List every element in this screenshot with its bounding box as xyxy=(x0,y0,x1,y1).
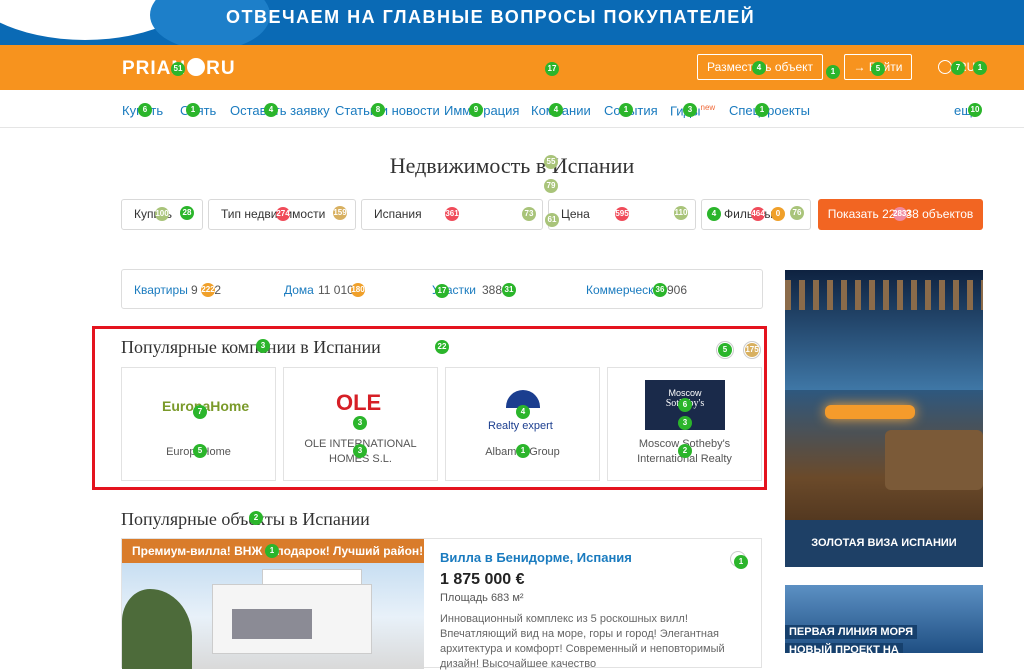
marker-badge: 1 xyxy=(734,555,748,569)
marker-badge: 28 xyxy=(180,206,194,220)
marker-badge: 222 xyxy=(201,283,215,297)
banner-text: ОТВЕЧАЕМ НА ГЛАВНЫЕ ВОПРОСЫ ПОКУПАТЕЛЕЙ xyxy=(226,7,756,27)
marker-badge: 4 xyxy=(516,405,530,419)
page-title: Недвижимость в Испании xyxy=(389,153,635,178)
logo-right: RU xyxy=(206,58,236,79)
marker-badge: 7 xyxy=(951,61,965,75)
promo2-line2: НОВЫЙ ПРОЕКТ НА xyxy=(785,643,903,653)
marker-badge: 3 xyxy=(678,416,692,430)
logo-dot-icon xyxy=(187,58,206,76)
marker-badge: 180 xyxy=(351,283,365,297)
listing-photo[interactable]: Премиум-вилла! ВНЖ в подарок! Лучший рай… xyxy=(122,539,424,669)
marker-badge: 595 xyxy=(615,207,629,221)
marker-badge: 8 xyxy=(371,103,385,117)
company-logo: OLE xyxy=(336,390,382,415)
marker-badge: 2833 xyxy=(893,207,911,221)
marker-badge: 6 xyxy=(678,398,692,412)
marker-badge: 1 xyxy=(755,103,769,117)
marker-badge: 3 xyxy=(256,339,270,353)
marker-badge: 175 xyxy=(745,343,759,357)
photo-window xyxy=(232,609,312,639)
nav-item-articles[interactable]: Статьи и новости xyxy=(335,103,440,118)
marker-badge: 3 xyxy=(683,103,697,117)
marker-badge: 4 xyxy=(549,103,563,117)
category-apartments[interactable]: Квартиры xyxy=(134,283,188,297)
marker-badge: 17 xyxy=(435,284,449,298)
promo-pergola xyxy=(785,280,983,310)
marker-badge: 73 xyxy=(522,207,536,221)
photo-tree xyxy=(122,589,192,669)
marker-badge: 36 xyxy=(653,283,667,297)
marker-badge: 51 xyxy=(171,62,185,76)
marker-badge: 61 xyxy=(545,213,559,227)
marker-badge: 22 xyxy=(435,340,449,354)
marker-badge: 10 xyxy=(968,103,982,117)
nav-item-request[interactable]: Оставить заявку xyxy=(230,103,330,118)
marker-badge: 7 xyxy=(193,405,207,419)
marker-badge: 0 xyxy=(771,207,785,221)
nav-item-special[interactable]: Спецпроекты xyxy=(729,103,810,118)
promo-fire xyxy=(825,405,915,419)
marker-badge: 9 xyxy=(469,103,483,117)
marker-badge: 55 xyxy=(544,155,558,169)
company-logo: Moscow xyxy=(668,388,702,398)
marker-badge: 5 xyxy=(193,444,207,458)
marker-badge: 76 xyxy=(790,206,804,220)
marker-badge: 79 xyxy=(544,179,558,193)
marker-badge: 4 xyxy=(264,103,278,117)
listing-area: Площадь 683 м² xyxy=(440,592,524,604)
marker-badge: 1 xyxy=(516,444,530,458)
marker-badge: 4 xyxy=(752,61,766,75)
category-houses[interactable]: Дома xyxy=(284,283,314,297)
marker-badge: 110 xyxy=(674,206,688,220)
objects-title: Популярные объекты в Испании xyxy=(121,509,370,529)
top-banner[interactable]: ОТВЕЧАЕМ НА ГЛАВНЫЕ ВОПРОСЫ ПОКУПАТЕЛЕЙ xyxy=(0,0,1024,45)
sidebar-promo-seafront[interactable]: ПЕРВАЯ ЛИНИЯ МОРЯ НОВЫЙ ПРОЕКТ НА xyxy=(785,585,983,653)
marker-badge: 361 xyxy=(445,207,459,221)
marker-badge: 100 xyxy=(155,207,169,221)
marker-badge: 159 xyxy=(333,206,347,220)
marker-badge: 5 xyxy=(718,343,732,357)
marker-badge: 4 xyxy=(707,207,721,221)
marker-badge: 6 xyxy=(138,103,152,117)
promo2-line1: ПЕРВАЯ ЛИНИЯ МОРЯ xyxy=(785,625,918,639)
category-count: 11 010 xyxy=(318,283,354,297)
marker-badge: 464 xyxy=(751,207,765,221)
marker-badge: 3 xyxy=(353,444,367,458)
marker-badge: 1 xyxy=(826,65,840,79)
marker-badge: 3 xyxy=(353,416,367,430)
globe-icon[interactable] xyxy=(938,60,952,74)
marker-badge: 1 xyxy=(265,544,279,558)
companies-title: Популярные компании в Испании xyxy=(121,337,381,357)
listing-description: Инновационный комплекс из 5 роскошных ви… xyxy=(440,613,725,670)
new-badge: new xyxy=(700,103,716,112)
marker-badge: 2 xyxy=(678,444,692,458)
company-card[interactable]: EuropaHome EuropaHome xyxy=(121,367,276,481)
sidebar-promo-golden-visa[interactable]: ЗОЛОТАЯ ВИЗА ИСПАНИИ xyxy=(785,270,983,567)
category-count: 388 xyxy=(482,283,503,297)
category-count: 906 xyxy=(667,283,688,297)
listing-price: 1 875 000 € xyxy=(440,571,525,588)
company-logo: Realty expert xyxy=(488,420,553,432)
promo-sofa xyxy=(885,430,983,490)
marker-badge: 1 xyxy=(973,61,987,75)
marker-badge: 1 xyxy=(619,103,633,117)
promo-caption: ЗОЛОТАЯ ВИЗА ИСПАНИИ xyxy=(785,520,983,567)
listing-card[interactable]: Премиум-вилла! ВНЖ в подарок! Лучший рай… xyxy=(121,538,762,670)
marker-badge: 5 xyxy=(871,62,885,76)
main-nav: Купить Снять Оставить заявку Статьи и но… xyxy=(0,90,1024,128)
marker-badge: 1 xyxy=(186,103,200,117)
marker-badge: 17 xyxy=(545,62,559,76)
marker-badge: 274 xyxy=(276,207,290,221)
listing-title[interactable]: Вилла в Бенидорме, Испания xyxy=(440,550,632,565)
company-card[interactable]: Realty expert Albamar Group xyxy=(445,367,600,481)
marker-badge: 2 xyxy=(249,511,263,525)
marker-badge: 31 xyxy=(502,283,516,297)
